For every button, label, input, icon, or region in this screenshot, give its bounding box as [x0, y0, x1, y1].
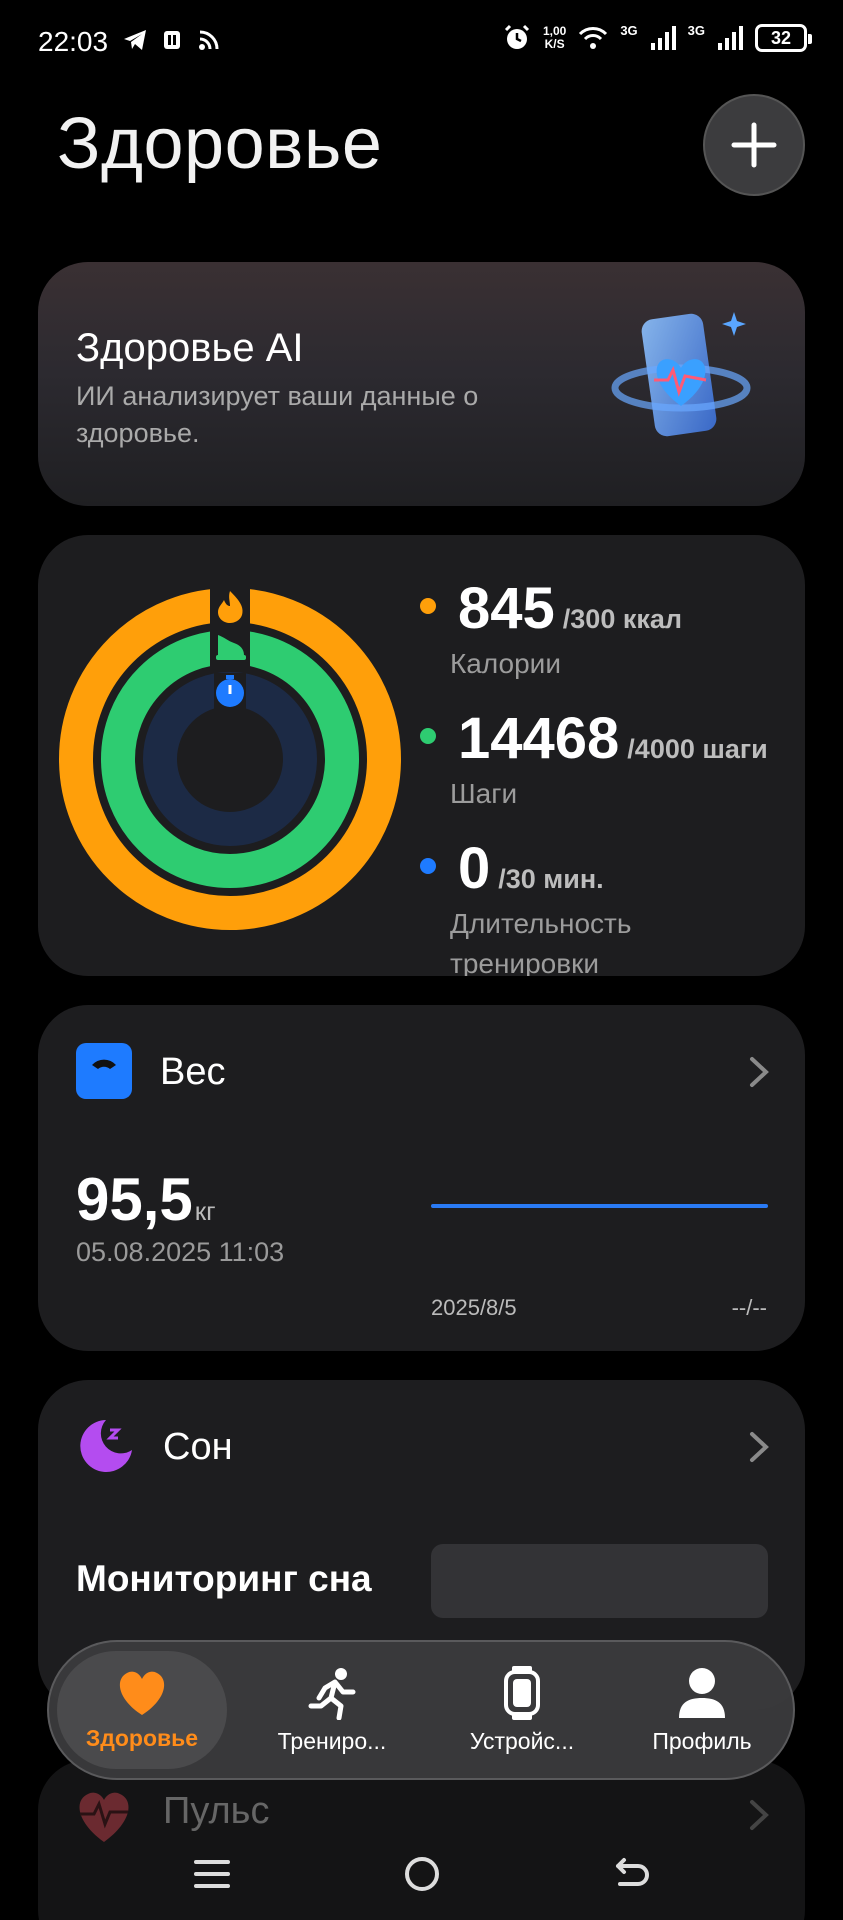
battery-indicator: 32: [755, 24, 812, 52]
calories-label: Калории: [450, 648, 561, 679]
weight-chart-end: --/--: [731, 1295, 767, 1320]
scale-icon: [76, 1043, 132, 1099]
app-notification-icon: [164, 31, 180, 49]
duration-ring: [143, 672, 317, 846]
moon-icon: [80, 1420, 132, 1472]
bottom-navigation: Здоровье Трениро... Устройс... Профиль: [47, 1640, 795, 1780]
battery-level: 32: [770, 27, 792, 48]
calories-dot: [420, 598, 436, 614]
wifi-icon: [579, 27, 608, 49]
pulse-title: Пульс: [163, 1790, 270, 1832]
weight-title: Вес: [160, 1051, 226, 1093]
health-ai-title: Здоровье AI: [76, 326, 304, 370]
nav-devices[interactable]: Устройс...: [437, 1642, 607, 1778]
nav-health-label: Здоровье: [85, 1724, 199, 1751]
weight-unit: кг: [194, 1196, 216, 1226]
activity-rings: [59, 587, 401, 930]
system-navigation-bar: [0, 1830, 843, 1920]
duration-value: 0: [458, 836, 491, 901]
watch-icon: [504, 1665, 540, 1720]
nav-workouts-label: Трениро...: [277, 1727, 387, 1754]
weight-chart-start: 2025/8/5: [431, 1295, 517, 1320]
network-type-2: 3G: [687, 22, 705, 38]
steps-label: Шаги: [450, 778, 518, 809]
running-icon: [308, 1667, 356, 1720]
network-speed: 1,00 K/S: [543, 25, 566, 51]
sleep-monitoring-label: Мониторинг сна: [76, 1558, 372, 1599]
weight-card[interactable]: Вес 95,5 кг 05.08.2025 11:03 2025/8/5 --…: [38, 1005, 805, 1351]
plus-icon: [731, 122, 777, 168]
signal-icon: [650, 26, 676, 50]
status-time: 22:03: [38, 26, 109, 57]
signal-icon: [718, 26, 743, 50]
steps-dot: [420, 728, 436, 744]
alarm-icon: [504, 24, 530, 49]
profile-icon: [679, 1667, 725, 1718]
health-ai-subtitle: ИИ анализирует ваши данные о здоровье.: [76, 381, 479, 448]
menu-icon[interactable]: [190, 1852, 234, 1896]
add-button[interactable]: [703, 94, 805, 196]
duration-label: Длительность тренировки: [450, 908, 632, 976]
chevron-right-icon[interactable]: [747, 1055, 771, 1089]
back-icon[interactable]: [610, 1852, 654, 1896]
sleep-monitoring-placeholder: [431, 1544, 768, 1618]
status-bar: 22:03 1,00 K/S 3G 3G 32: [0, 0, 843, 84]
weight-number: 95,5: [76, 1166, 193, 1233]
sleep-title: Сон: [163, 1426, 233, 1468]
heart-icon: [119, 1671, 165, 1715]
weight-trend-line: [431, 1204, 768, 1208]
network-type-1: 3G: [620, 22, 638, 38]
chevron-right-icon[interactable]: [747, 1798, 771, 1832]
nav-health[interactable]: Здоровье: [57, 1651, 227, 1769]
duration-metric: 0 /30 мин. Длительность тренировки: [420, 835, 720, 976]
calories-metric: 845 /300 ккал Калории: [420, 575, 682, 684]
ai-phone-heart-illustration: [611, 312, 751, 437]
weight-value: 95,5 кг: [76, 1165, 216, 1234]
nav-workouts[interactable]: Трениро...: [247, 1642, 417, 1778]
nav-devices-label: Устройс...: [469, 1727, 575, 1754]
nav-profile[interactable]: Профиль: [617, 1642, 787, 1778]
weight-date: 05.08.2025 11:03: [76, 1237, 285, 1267]
steps-goal: /4000 шаги: [627, 734, 768, 764]
duration-dot: [420, 858, 436, 874]
speed-unit: K/S: [544, 37, 565, 51]
status-right: 1,00 K/S 3G 3G 32: [503, 22, 812, 52]
duration-goal: /30 мин.: [498, 864, 604, 894]
activity-rings-card[interactable]: 845 /300 ккал Калории 14468 /4000 шаги Ш…: [38, 535, 805, 976]
notification-icons: [122, 28, 220, 52]
calories-goal: /300 ккал: [562, 604, 683, 634]
health-ai-card[interactable]: Здоровье AI ИИ анализирует ваши данные о…: [38, 262, 805, 506]
steps-metric: 14468 /4000 шаги Шаги: [420, 705, 768, 814]
chevron-right-icon[interactable]: [747, 1430, 771, 1464]
nav-profile-label: Профиль: [652, 1727, 752, 1754]
telegram-icon: [124, 30, 146, 50]
home-icon[interactable]: [400, 1852, 444, 1896]
calories-value: 845: [458, 576, 555, 641]
cast-icon: [199, 30, 219, 50]
page-title: Здоровье: [57, 104, 383, 184]
steps-value: 14468: [458, 706, 620, 771]
